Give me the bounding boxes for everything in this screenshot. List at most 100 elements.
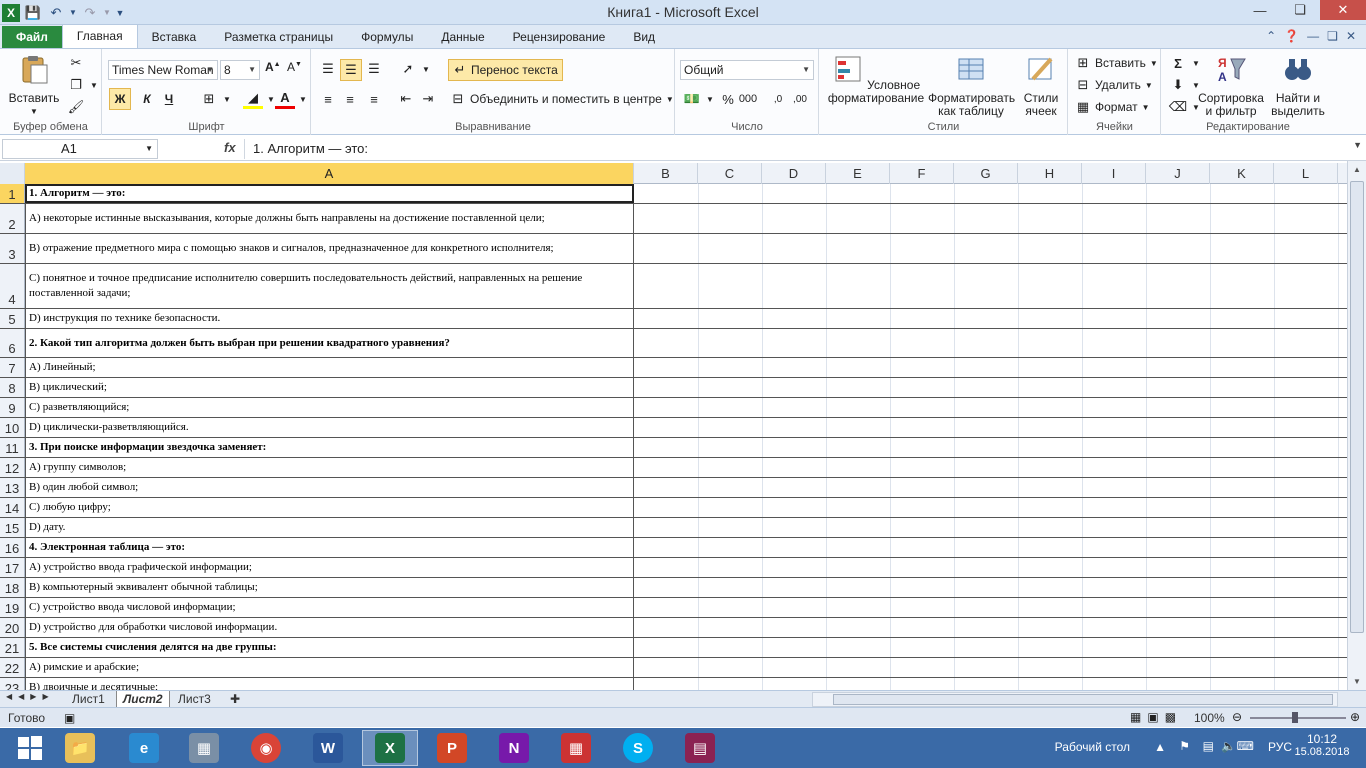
find-select-button[interactable]: Найти и выделить	[1266, 53, 1330, 118]
tray-expand-icon[interactable]: ▲	[1154, 740, 1166, 754]
workbook-restore-icon[interactable]: ❏	[1327, 29, 1338, 43]
column-header-c[interactable]: C	[698, 163, 762, 184]
minimize-button[interactable]: —	[1240, 0, 1280, 20]
normal-view-icon[interactable]: ▦	[1130, 710, 1141, 724]
align-bottom-icon[interactable]: ☰	[364, 59, 384, 79]
format-painter-icon[interactable]: 🖌	[66, 97, 86, 117]
column-header-j[interactable]: J	[1146, 163, 1210, 184]
column-header-d[interactable]: D	[762, 163, 826, 184]
fill-icon[interactable]: ⬇ ▼	[1168, 75, 1200, 95]
taskbar-word[interactable]: W	[300, 730, 356, 766]
tab-page-layout[interactable]: Разметка страницы	[210, 26, 347, 48]
row-header[interactable]: 19	[0, 598, 25, 617]
column-header-g[interactable]: G	[954, 163, 1018, 184]
cell-a[interactable]: С) понятное и точное предписание исполни…	[25, 264, 634, 308]
row-header[interactable]: 9	[0, 398, 25, 417]
fill-color-icon[interactable]: ◢ ▼	[243, 89, 275, 109]
cell-a[interactable]: В) компьютерный эквивалент обычной табли…	[25, 578, 634, 597]
taskbar-winrar[interactable]: ▤	[672, 730, 728, 766]
column-header-i[interactable]: I	[1082, 163, 1146, 184]
wrap-text-button[interactable]: ↵ Перенос текста	[448, 59, 563, 81]
increase-indent-icon[interactable]: ⇥	[418, 89, 438, 109]
taskbar-chrome[interactable]: ◉	[238, 730, 294, 766]
orientation-icon[interactable]: ➚ ▼	[398, 59, 430, 79]
page-break-view-icon[interactable]: ▩	[1165, 710, 1176, 724]
cell-a[interactable]: С) устройство ввода числовой информации;	[25, 598, 634, 617]
row-header[interactable]: 22	[0, 658, 25, 677]
cell-a[interactable]: В) отражение предметного мира с помощью …	[25, 234, 634, 263]
taskbar-ie[interactable]: e	[116, 730, 172, 766]
row-header[interactable]: 14	[0, 498, 25, 517]
zoom-slider-thumb[interactable]	[1292, 712, 1298, 723]
macro-record-icon[interactable]: ▣	[64, 711, 75, 725]
cell-a[interactable]: В) циклический;	[25, 378, 634, 397]
percent-icon[interactable]: %	[718, 89, 738, 109]
row-header[interactable]: 15	[0, 518, 25, 537]
increase-font-icon[interactable]: A▲	[265, 60, 281, 74]
column-header-k[interactable]: K	[1210, 163, 1274, 184]
borders-icon[interactable]: ⊞ ▼	[199, 89, 231, 109]
tab-review[interactable]: Рецензирование	[499, 26, 620, 48]
row-header[interactable]: 21	[0, 638, 25, 657]
taskbar-calculator[interactable]: ▦	[176, 730, 232, 766]
zoom-slider[interactable]	[1250, 717, 1346, 719]
sheet-nav-arrows-icon[interactable]: ◀◀▶▶	[6, 692, 55, 701]
increase-decimal-icon[interactable]: ,0	[768, 89, 788, 109]
cell-a[interactable]: С) разветвляющийся;	[25, 398, 634, 417]
row-header[interactable]: 20	[0, 618, 25, 637]
clock[interactable]: 10:12 15.08.2018	[1294, 732, 1350, 758]
new-sheet-icon[interactable]: ✚	[224, 691, 246, 708]
row-header[interactable]: 11	[0, 438, 25, 457]
insert-cells-button[interactable]: ⊞ Вставить ▼	[1075, 53, 1158, 73]
vertical-scroll-thumb[interactable]	[1350, 181, 1364, 633]
network-icon[interactable]: ▤	[1203, 739, 1214, 753]
cell-a[interactable]: А) римские и арабские;	[25, 658, 634, 677]
conditional-formatting-button[interactable]: Условное форматирование	[822, 53, 930, 105]
tab-home[interactable]: Главная	[61, 24, 138, 48]
cell-a[interactable]: 5. Все системы счисления делятся на две …	[25, 638, 634, 657]
tab-insert[interactable]: Вставка	[138, 26, 211, 48]
column-header-f[interactable]: F	[890, 163, 954, 184]
close-button[interactable]: ✕	[1320, 0, 1366, 20]
cell-a[interactable]: 4. Электронная таблица — это:	[25, 538, 634, 557]
taskbar-onenote[interactable]: N	[486, 730, 542, 766]
select-all-corner[interactable]	[0, 163, 25, 184]
merge-center-button[interactable]: ⊟ Объединить и поместить в центре ▼	[450, 89, 674, 109]
decrease-font-icon[interactable]: A▼	[287, 60, 302, 74]
row-header[interactable]: 2	[0, 204, 25, 233]
font-size-combo[interactable]: 8 ▼	[220, 60, 260, 80]
sheet-tab-1[interactable]: Лист1	[66, 691, 111, 708]
scroll-down-icon[interactable]: ▼	[1348, 677, 1366, 686]
cell-a1-selected[interactable]: 1. Алгоритм — это:	[25, 184, 634, 203]
thousands-icon[interactable]: 000	[738, 89, 758, 109]
row-header[interactable]: 3	[0, 234, 25, 263]
sort-filter-button[interactable]: Я А Сортировка и фильтр	[1198, 53, 1264, 118]
align-middle-icon[interactable]: ☰	[340, 59, 362, 81]
column-header-h[interactable]: H	[1018, 163, 1082, 184]
collapse-ribbon-icon[interactable]: ⌃	[1266, 29, 1276, 43]
row-header[interactable]: 23	[0, 678, 25, 690]
align-center-icon[interactable]: ≡	[340, 89, 360, 109]
column-header-e[interactable]: E	[826, 163, 890, 184]
row-header[interactable]: 5	[0, 309, 25, 328]
cell-a[interactable]: D) циклически-разветвляющийся.	[25, 418, 634, 437]
worksheet-grid[interactable]: ABCDEFGHIJKL 1 1. Алгоритм — это: 2 А) неко…	[0, 163, 1347, 690]
workbook-minimize-icon[interactable]: —	[1307, 29, 1319, 43]
cell-styles-button[interactable]: Стили ячеек	[1016, 53, 1066, 118]
column-header-a[interactable]: A	[25, 163, 634, 184]
tab-file[interactable]: Файл	[2, 26, 62, 48]
tab-view[interactable]: Вид	[619, 26, 669, 48]
font-color-icon[interactable]: A ▼	[275, 89, 307, 109]
start-button[interactable]	[2, 730, 58, 766]
volume-icon[interactable]: 🔈	[1221, 739, 1236, 753]
sheet-tab-2[interactable]: Лист2	[116, 691, 170, 708]
taskbar-skype[interactable]: S	[610, 730, 666, 766]
cell-a[interactable]: В) двоичные и десятичные;	[25, 678, 634, 690]
bold-button[interactable]: Ж	[109, 88, 131, 110]
expand-formula-bar-icon[interactable]: ▼	[1353, 140, 1362, 150]
paste-button[interactable]: Вставить ▼	[6, 53, 62, 118]
zoom-in-icon[interactable]: ⊕	[1350, 710, 1360, 724]
decrease-indent-icon[interactable]: ⇤	[396, 89, 416, 109]
row-header[interactable]: 18	[0, 578, 25, 597]
page-layout-view-icon[interactable]: ▣	[1147, 710, 1158, 724]
